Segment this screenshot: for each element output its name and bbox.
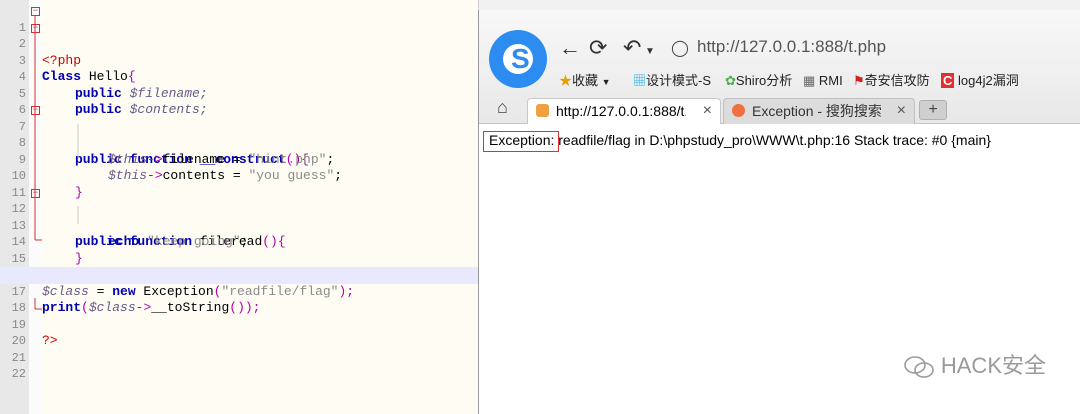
- shield-icon: ◯: [671, 40, 689, 57]
- watermark-text: HACK安全: [940, 353, 1046, 378]
- tab-sogou-search[interactable]: Exception - 搜狗搜索 ×: [723, 98, 915, 124]
- bookmark-label: log4j2漏洞: [958, 73, 1019, 88]
- bookmark-design-pattern[interactable]: ▦设计模式-S: [633, 70, 711, 92]
- bookmark-label: 收藏: [572, 73, 599, 88]
- sogou-browser-logo[interactable]: S: [489, 30, 547, 88]
- bookmark-label: Shiro分析: [735, 73, 793, 88]
- leaf-icon: ✿: [725, 73, 736, 88]
- flag-icon: ⚑: [853, 73, 865, 88]
- wechat-icon: [904, 356, 934, 378]
- chevron-down-icon[interactable]: ▼: [645, 40, 655, 64]
- exception-output: Exception: readfile/flag in D:\phpstudy_…: [489, 132, 991, 148]
- home-icon[interactable]: ⌂: [497, 97, 508, 118]
- bilibili-icon: ▦: [633, 73, 647, 88]
- close-icon[interactable]: ×: [897, 99, 906, 123]
- bookmark-qianxin[interactable]: ⚑奇安信攻防: [853, 70, 930, 92]
- bookmark-favorites[interactable]: ★收藏 ▼: [559, 70, 611, 93]
- star-icon: ★: [559, 73, 573, 88]
- code-editor[interactable]: 1 − <?php 2 − Class Hello{ 3 4 public $f…: [0, 0, 479, 414]
- bookmark-rmi[interactable]: ▦ RMI: [803, 70, 843, 92]
- bookmark-label: 设计模式-S: [646, 73, 712, 88]
- tab-local-php[interactable]: http://127.0.0.1:888/t. ×: [527, 98, 721, 124]
- bookmark-shiro[interactable]: ✿Shiro分析: [725, 70, 792, 92]
- refresh-icon[interactable]: ⟳: [589, 36, 607, 60]
- undo-icon[interactable]: ↶: [623, 36, 641, 60]
- logo-letter: S: [511, 43, 530, 74]
- sogou-favicon-icon: [732, 104, 745, 117]
- c-icon: C: [941, 73, 955, 88]
- page-icon: ▦: [803, 73, 816, 88]
- watermark: HACK安全: [903, 348, 1046, 380]
- chevron-down-icon: ▼: [601, 77, 611, 87]
- tab-label: Exception - 搜狗搜索: [752, 103, 882, 119]
- bookmark-label: RMI: [818, 73, 843, 88]
- bookmark-label: 奇安信攻防: [864, 73, 930, 88]
- back-arrow-icon[interactable]: ←: [559, 36, 581, 60]
- tab-label: http://127.0.0.1:888/t.: [556, 103, 686, 119]
- address-bar[interactable]: ◯ http://127.0.0.1:888/t.php: [665, 34, 1075, 62]
- bookmark-log4j2[interactable]: C log4j2漏洞: [941, 70, 1019, 92]
- page-favicon-icon: [536, 104, 549, 117]
- tab-strip: ⌂ http://127.0.0.1:888/t. × Exception - …: [479, 96, 1080, 124]
- address-url[interactable]: http://127.0.0.1:888/t.php: [697, 37, 886, 57]
- fold-guides: [34, 16, 79, 310]
- close-icon[interactable]: ×: [703, 99, 712, 123]
- new-tab-button[interactable]: +: [919, 100, 947, 120]
- browser-toolbar: S ← ⟳ ↶ ▼ ◯ http://127.0.0.1:888/t.php ★…: [479, 10, 1080, 124]
